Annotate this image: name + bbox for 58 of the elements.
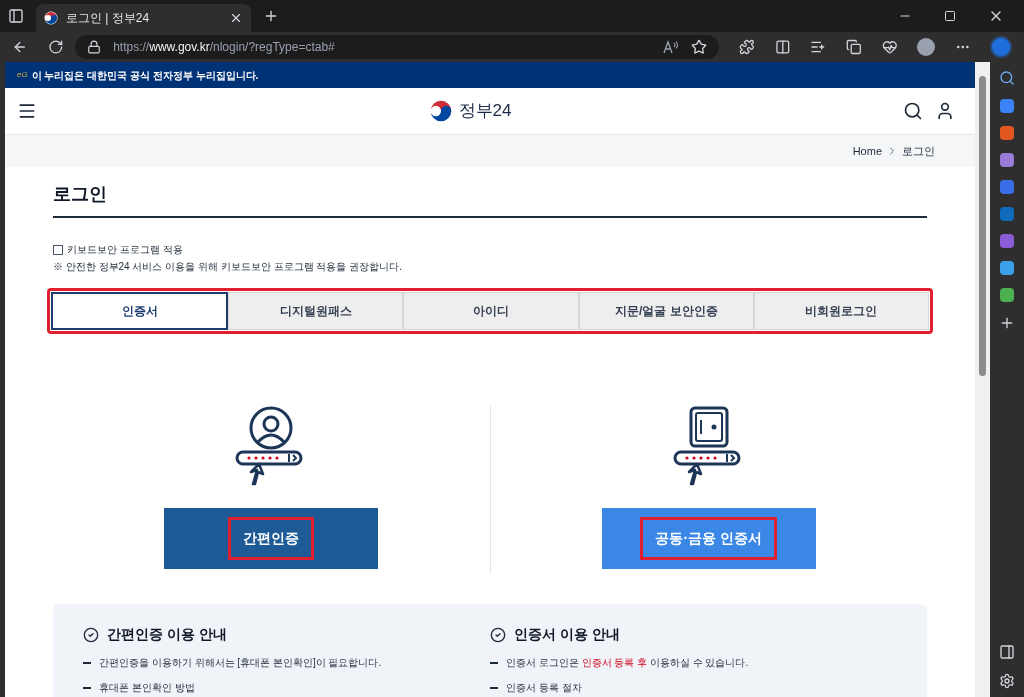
simple-auth-button[interactable]: 간편인증 [164,508,379,569]
taegeuk-logo [428,99,453,123]
login-tab[interactable]: 아이디 [403,292,579,330]
reload-icon[interactable] [47,39,64,55]
read-aloud-icon[interactable] [663,40,680,54]
sidebar-app-icon[interactable] [1000,261,1014,275]
keyboard-security-checkbox[interactable] [53,244,63,255]
favorite-icon[interactable] [691,39,708,55]
page-title: 로그인 [53,181,927,218]
guide-text: 인증서 등록 절차 [506,681,582,695]
add-icon[interactable] [999,315,1015,331]
egov-mark: eG [17,69,28,81]
sidebar-app-icon[interactable] [1000,153,1014,167]
back-icon[interactable] [12,39,28,55]
guide-text: 인증서 로그인은 인증서 등록 후 이용하실 수 있습니다. [506,656,749,670]
sidebar-app-icon[interactable] [1000,288,1014,302]
sidebar-app-icon[interactable] [1000,126,1014,140]
breadcrumb-link[interactable]: Home [852,142,882,160]
profile-avatar[interactable] [917,38,935,56]
login-tab[interactable]: 비회원로그인 [753,292,929,330]
search-icon[interactable] [999,70,1015,86]
search-icon[interactable] [903,101,923,121]
login-tab[interactable]: 지문/얼굴 보안인증 [578,292,754,330]
check-circle-icon [83,626,99,643]
close-icon[interactable] [229,11,243,25]
security-note: ※ 안전한 정부24 서비스 이용을 위해 키보드보안 프로그램 적용을 권장합니다. [53,260,403,274]
scrollbar[interactable] [975,62,990,697]
tab-actions-icon[interactable] [8,8,24,24]
login-tab[interactable]: 디지털원패스 [228,292,404,330]
browser-tab[interactable]: 로그인 | 정부24 [36,4,251,32]
health-icon[interactable] [881,39,898,55]
check-circle-icon [490,626,506,643]
tab-title: 로그인 | 정부24 [66,10,151,27]
collections-icon[interactable] [846,39,862,55]
extensions-icon[interactable] [739,39,755,55]
settings-icon[interactable] [999,673,1015,689]
sidebar-app-icon[interactable] [1000,99,1014,113]
guide-text: 휴대폰 본인확인 방법 [99,681,195,695]
url-text: https://www.gov.kr/nlogin/?regType=ctab# [113,39,336,56]
guide-title: 인증서 이용 안내 [514,625,620,644]
lock-icon [87,40,102,54]
site-logo[interactable]: 정부24 [458,98,512,124]
breadcrumb-link[interactable]: 로그인 [902,142,935,160]
guide-title: 간편인증 이용 안내 [107,625,227,644]
split-screen-icon[interactable] [774,39,791,55]
taegeuk-icon [44,11,58,25]
hide-sidebar-icon[interactable] [999,644,1015,660]
new-tab-icon[interactable] [263,8,279,24]
address-bar[interactable]: https://www.gov.kr/nlogin/?regType=ctab# [75,35,720,59]
guide-text: 간편인증을 이용하기 위해서는 [휴대폰 본인확인]이 필요합니다. [99,656,382,670]
banner-text: 이 누리집은 대한민국 공식 전자정부 누리집입니다. [31,68,259,83]
certificate-button[interactable]: 공동·금융 인증서 [601,508,816,569]
login-tab[interactable]: 인증서 [51,292,229,330]
checkbox-label: 키보드보안 프로그램 적용 [67,243,183,257]
user-icon[interactable] [935,101,955,121]
maximize-icon[interactable] [944,10,956,22]
favorites-icon[interactable] [810,39,827,55]
menu-icon[interactable] [17,101,37,121]
